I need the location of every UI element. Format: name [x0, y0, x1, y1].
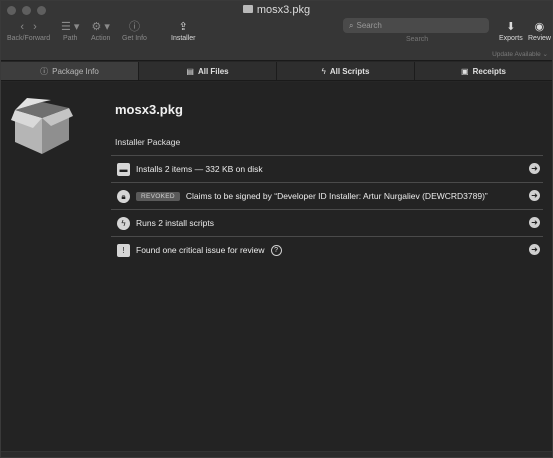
disk-icon: ▬	[117, 162, 130, 176]
window-title: mosx3.pkg	[1, 4, 552, 16]
arrow-right-icon[interactable]: ➜	[529, 244, 540, 255]
chevron-down-icon: ⌄	[542, 51, 548, 58]
package-icon	[242, 5, 253, 13]
update-available-link[interactable]: Update Available ⌄	[492, 50, 548, 58]
toolbar: mosx3.pkg ‹ › Back/Forward ☰ ▾ Path ⚙ ▾ …	[1, 1, 552, 61]
path-button[interactable]: ☰ ▾ Path	[61, 19, 79, 42]
review-icon: ◉	[534, 21, 545, 33]
help-icon[interactable]: ?	[270, 244, 282, 256]
files-icon: ▤	[186, 67, 194, 76]
arrow-right-icon[interactable]: ➜	[529, 217, 540, 228]
download-icon: ⬇	[506, 21, 516, 33]
info-icon: ⓘ	[40, 67, 49, 76]
package-info-panel: mosx3.pkg Installer Package ▬ Installs 2…	[1, 82, 552, 452]
package-name: mosx3.pkg	[115, 102, 183, 117]
gear-icon: ⚙ ▾	[91, 21, 110, 33]
lightning-icon: ϟ	[117, 216, 130, 230]
issues-row[interactable]: ! Found one critical issue for review ? …	[111, 236, 543, 263]
search-label: Search	[406, 36, 429, 43]
search-icon: ⌕	[349, 21, 354, 30]
search-input[interactable]: ⌕ Search	[343, 18, 489, 33]
scripts-row[interactable]: ϟ Runs 2 install scripts ➜	[111, 209, 543, 236]
share-icon: ⇪	[178, 21, 188, 33]
installs-row[interactable]: ▬ Installs 2 items — 332 KB on disk ➜	[111, 155, 543, 182]
info-list: ▬ Installs 2 items — 332 KB on disk ➜ 🔒︎…	[111, 155, 543, 263]
lock-icon: 🔒︎	[117, 189, 130, 203]
arrow-right-icon[interactable]: ➜	[529, 190, 540, 201]
arrow-right-icon[interactable]: ➜	[529, 163, 540, 174]
review-button[interactable]: ◉ Review	[528, 19, 551, 42]
package-box-icon	[11, 98, 73, 154]
action-button[interactable]: ⚙ ▾ Action	[91, 19, 110, 42]
info-icon: ⓘ	[128, 21, 140, 33]
get-info-button[interactable]: ⓘ Get Info	[122, 19, 147, 42]
package-type: Installer Package	[115, 137, 181, 147]
chevron-left-right-icon: ‹ ›	[20, 21, 37, 33]
warning-icon: !	[117, 243, 130, 257]
tab-all-scripts[interactable]: ϟ All Scripts	[277, 62, 415, 80]
tab-bar: ⓘ Package Info ▤ All Files ϟ All Scripts ▣ R…	[1, 62, 552, 81]
status-bar	[1, 451, 552, 457]
revoked-badge: REVOKED	[136, 191, 180, 201]
receipts-icon: ▣	[461, 67, 469, 76]
installer-button[interactable]: ⇪ Installer	[171, 19, 196, 42]
app-window: mosx3.pkg ‹ › Back/Forward ☰ ▾ Path ⚙ ▾ …	[0, 0, 553, 458]
tab-package-info[interactable]: ⓘ Package Info	[1, 62, 139, 80]
exports-button[interactable]: ⬇ Exports	[499, 19, 523, 42]
path-icon: ☰ ▾	[61, 21, 80, 33]
tab-receipts[interactable]: ▣ Receipts	[415, 62, 552, 80]
scripts-icon: ϟ	[321, 67, 326, 76]
back-forward-button[interactable]: ‹ › Back/Forward	[7, 19, 50, 42]
signature-row[interactable]: 🔒︎ REVOKED Claims to be signed by “Devel…	[111, 182, 543, 209]
tab-all-files[interactable]: ▤ All Files	[139, 62, 277, 80]
